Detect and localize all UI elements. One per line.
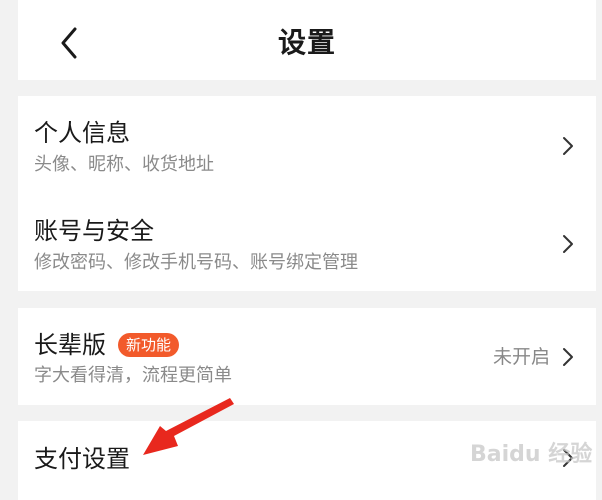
elder-mode-title: 长辈版 — [34, 331, 106, 359]
account-security-row[interactable]: 账号与安全 修改密码、修改手机号码、账号绑定管理 — [18, 194, 596, 291]
personal-info-title: 个人信息 — [34, 119, 130, 147]
personal-info-subtitle: 头像、昵称、收货地址 — [34, 154, 214, 175]
elder-mode-subtitle: 字大看得清，流程更简单 — [34, 365, 232, 386]
personal-info-row[interactable]: 个人信息 头像、昵称、收货地址 — [18, 96, 596, 194]
payment-settings-title: 支付设置 — [34, 445, 130, 473]
elder-mode-status: 未开启 — [492, 346, 550, 368]
watermark: Baidu 经验 — [470, 442, 593, 467]
top-bar: 设置 — [18, 0, 596, 80]
account-security-subtitle: 修改密码、修改手机号码、账号绑定管理 — [34, 252, 358, 273]
new-feature-badge: 新功能 — [118, 333, 180, 357]
elder-mode-row[interactable]: 长辈版 新功能 字大看得清，流程更简单 未开启 — [18, 308, 596, 405]
chevron-right-icon — [563, 137, 573, 155]
elder-mode-section: 长辈版 新功能 字大看得清，流程更简单 未开启 — [18, 308, 596, 405]
page-title: 设置 — [277, 26, 336, 59]
chevron-right-icon — [563, 235, 573, 253]
chevron-right-icon — [563, 348, 573, 366]
profile-section: 个人信息 头像、昵称、收货地址 账号与安全 修改密码、修改手机号码、账号绑定管理 — [18, 96, 596, 291]
account-security-title: 账号与安全 — [34, 217, 154, 245]
